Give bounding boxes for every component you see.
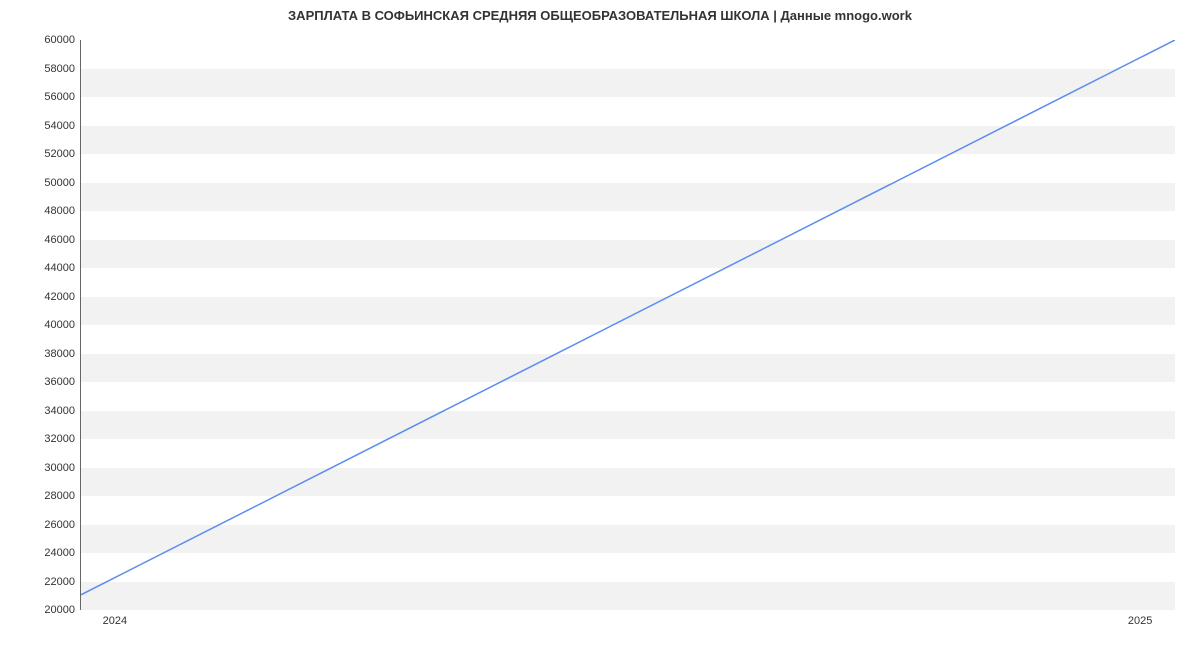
y-tick-label: 28000 (25, 490, 75, 502)
y-tick-label: 32000 (25, 433, 75, 445)
y-tick-label: 46000 (25, 234, 75, 246)
y-tick-label: 26000 (25, 519, 75, 531)
y-tick-label: 50000 (25, 177, 75, 189)
grid-band (81, 525, 1175, 554)
y-tick-label: 38000 (25, 348, 75, 360)
y-tick-label: 56000 (25, 91, 75, 103)
y-tick-label: 54000 (25, 120, 75, 132)
y-tick-label: 48000 (25, 205, 75, 217)
y-tick-label: 60000 (25, 34, 75, 46)
y-tick-label: 36000 (25, 376, 75, 388)
grid-band (81, 411, 1175, 440)
y-tick-label: 24000 (25, 547, 75, 559)
plot-area (80, 40, 1175, 610)
chart-title: ЗАРПЛАТА В СОФЬИНСКАЯ СРЕДНЯЯ ОБЩЕОБРАЗО… (0, 8, 1200, 23)
y-tick-label: 42000 (25, 291, 75, 303)
grid-band (81, 240, 1175, 269)
grid-band (81, 183, 1175, 212)
y-tick-label: 22000 (25, 576, 75, 588)
y-tick-label: 44000 (25, 262, 75, 274)
x-tick-label: 2024 (103, 615, 127, 627)
x-tick-label: 2025 (1128, 615, 1152, 627)
y-tick-label: 52000 (25, 148, 75, 160)
grid-band (81, 297, 1175, 326)
grid-band (81, 69, 1175, 98)
grid-band (81, 582, 1175, 611)
grid-band (81, 354, 1175, 383)
y-tick-label: 30000 (25, 462, 75, 474)
y-tick-label: 20000 (25, 604, 75, 616)
y-tick-label: 34000 (25, 405, 75, 417)
grid-band (81, 126, 1175, 155)
grid-band (81, 468, 1175, 497)
y-tick-label: 40000 (25, 319, 75, 331)
y-tick-label: 58000 (25, 63, 75, 75)
